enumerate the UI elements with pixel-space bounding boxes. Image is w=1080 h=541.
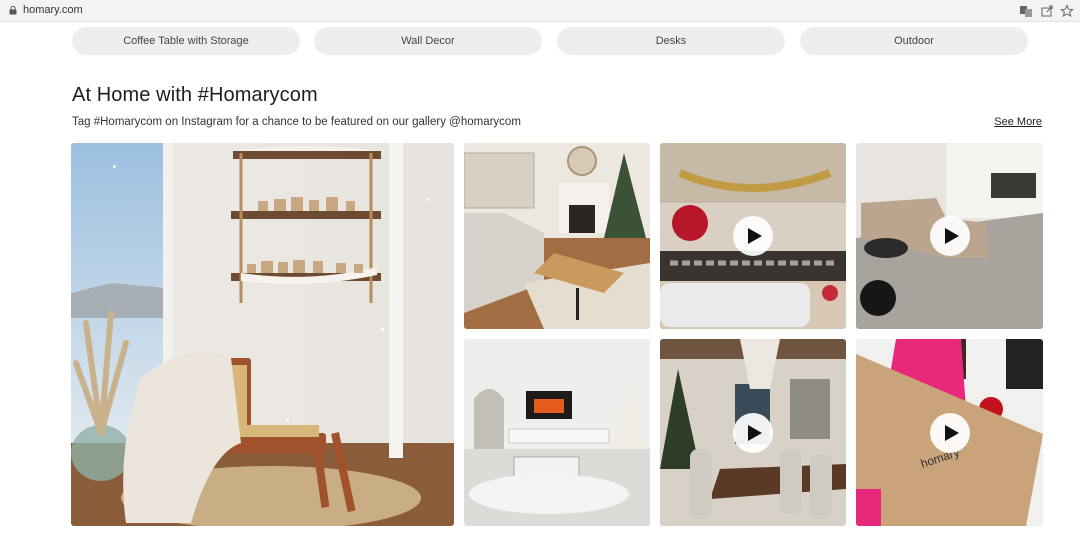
play-button[interactable] [929,216,970,256]
play-icon [748,228,762,244]
play-icon [944,424,959,441]
url-text[interactable]: homary.com [23,4,83,16]
gallery-title: At Home with #Homarycom [72,84,318,106]
gallery-photo-chair-shelf[interactable] [71,143,454,526]
share-icon[interactable] [1040,4,1054,18]
category-pill-outdoor[interactable]: Outdoor [800,27,1028,55]
gallery-photo-living-room-tree[interactable] [464,143,650,329]
browser-address-bar: homary.com [0,0,1080,22]
lock-icon [9,6,17,15]
gallery-video-homary-box[interactable]: homary [856,339,1043,526]
gallery-video-christmas-mantel[interactable] [660,143,846,329]
play-icon [944,228,959,244]
play-button[interactable] [733,216,773,256]
gallery-video-dining-room[interactable] [660,339,846,526]
translate-icon[interactable] [1019,4,1033,18]
category-pill-desks[interactable]: Desks [557,27,785,55]
category-pill-wall-decor[interactable]: Wall Decor [314,27,542,55]
gallery-subtitle: Tag #Homarycom on Instagram for a chance… [72,116,521,128]
star-icon[interactable] [1060,4,1074,18]
category-pill-coffee-table[interactable]: Coffee Table with Storage [72,27,300,55]
play-button[interactable] [929,412,970,453]
gallery-photo-fireplace-room[interactable] [464,339,650,526]
gallery-video-sofa-corner[interactable] [856,143,1043,329]
play-icon [748,424,762,441]
play-button[interactable] [733,412,773,453]
see-more-link[interactable]: See More [994,116,1042,128]
